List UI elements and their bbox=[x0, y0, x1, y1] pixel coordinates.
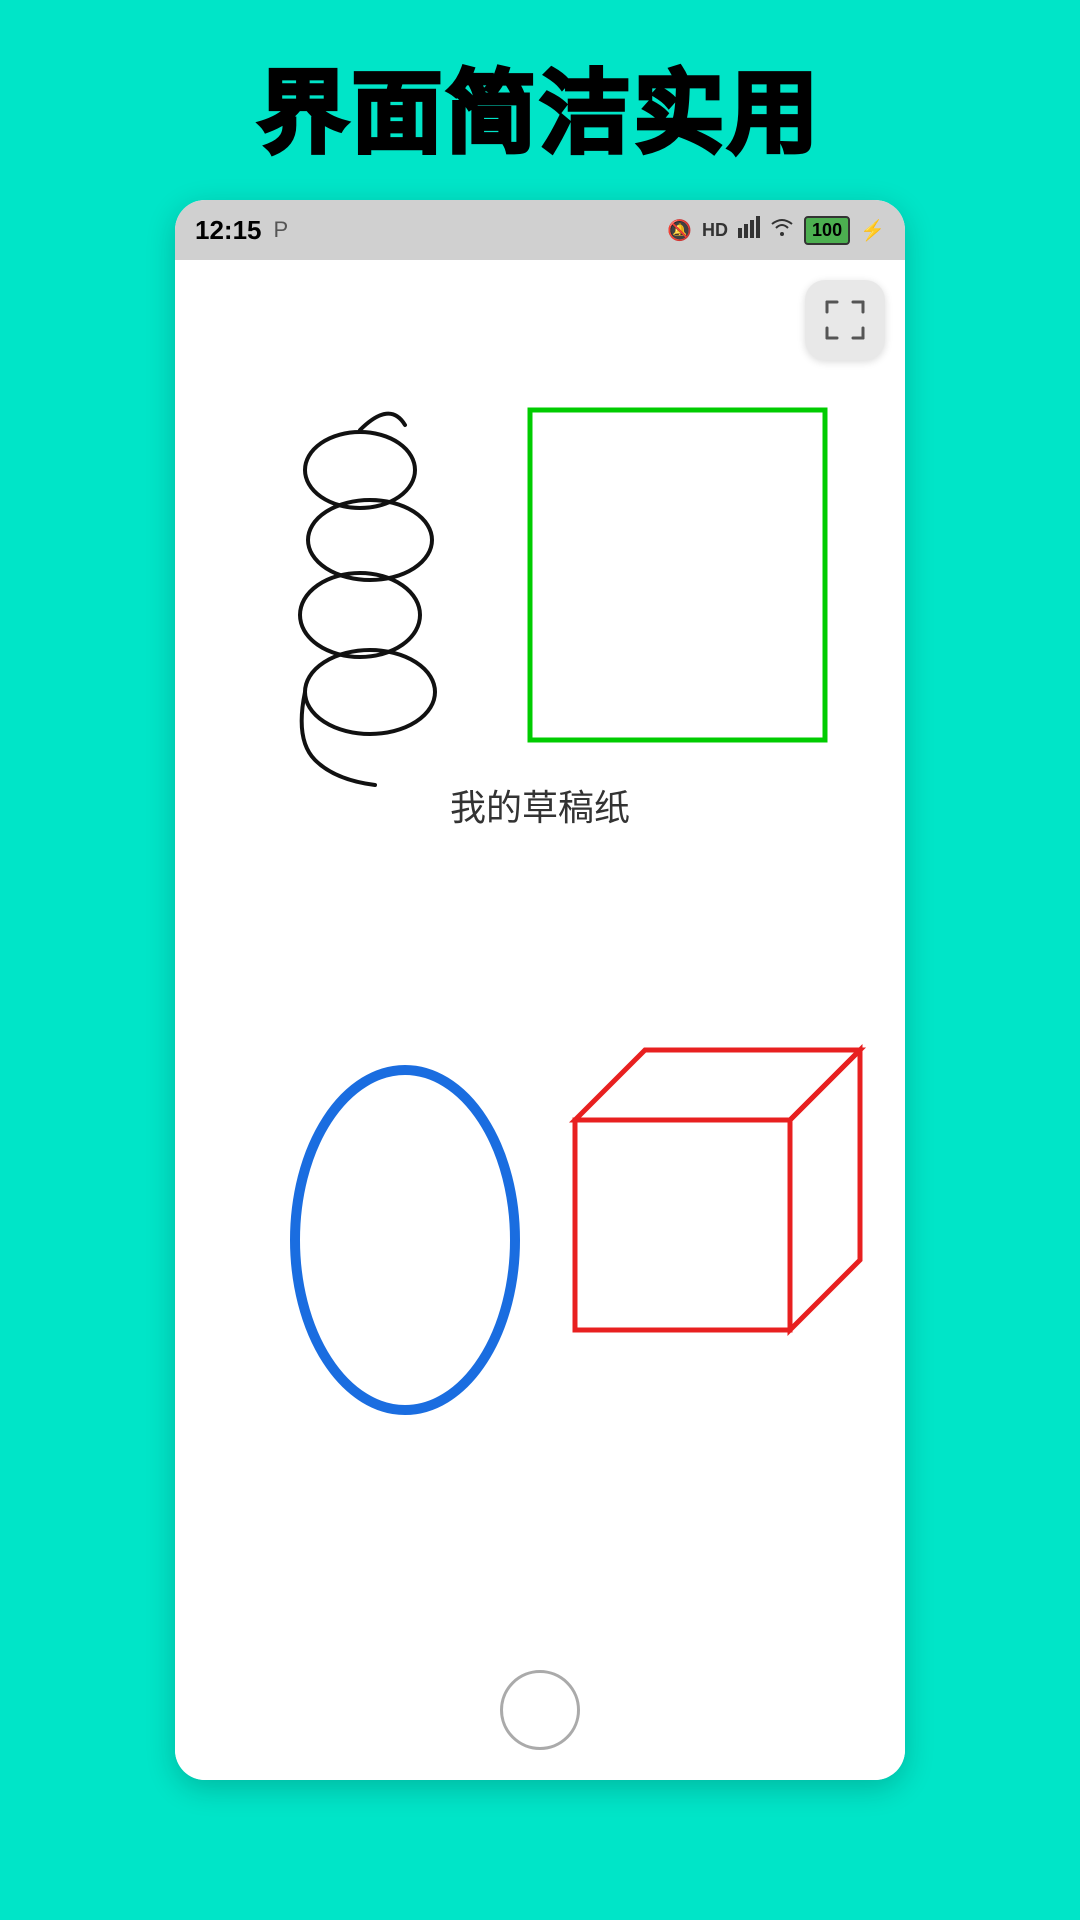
battery-indicator: 100 bbox=[804, 216, 850, 245]
home-indicator[interactable] bbox=[500, 1670, 580, 1750]
drawing-svg: 我的草稿纸 bbox=[175, 260, 905, 1780]
status-time: 12:15 bbox=[195, 215, 262, 246]
green-rect-drawing bbox=[530, 410, 825, 740]
blue-oval-drawing bbox=[295, 1070, 515, 1410]
hd-icon: HD bbox=[702, 220, 728, 241]
status-bar: 12:15 P 🔕 HD 100 ⚡ bbox=[175, 200, 905, 260]
signal-icon bbox=[738, 216, 760, 244]
status-bar-left: 12:15 P bbox=[195, 215, 288, 246]
bolt-icon: ⚡ bbox=[860, 218, 885, 243]
app-title: 界面简洁实用 bbox=[0, 0, 1080, 200]
canvas-area[interactable]: 我的草稿纸 bbox=[175, 260, 905, 1780]
phone-frame: 12:15 P 🔕 HD 100 ⚡ bbox=[175, 200, 905, 1780]
wifi-icon bbox=[770, 218, 794, 242]
spiral-drawing bbox=[300, 414, 435, 785]
status-p-icon: P bbox=[274, 217, 289, 243]
canvas-label: 我的草稿纸 bbox=[450, 787, 630, 828]
red-cube-drawing bbox=[575, 1050, 860, 1330]
status-bar-right: 🔕 HD 100 ⚡ bbox=[667, 216, 885, 245]
bell-icon: 🔕 bbox=[667, 218, 692, 243]
